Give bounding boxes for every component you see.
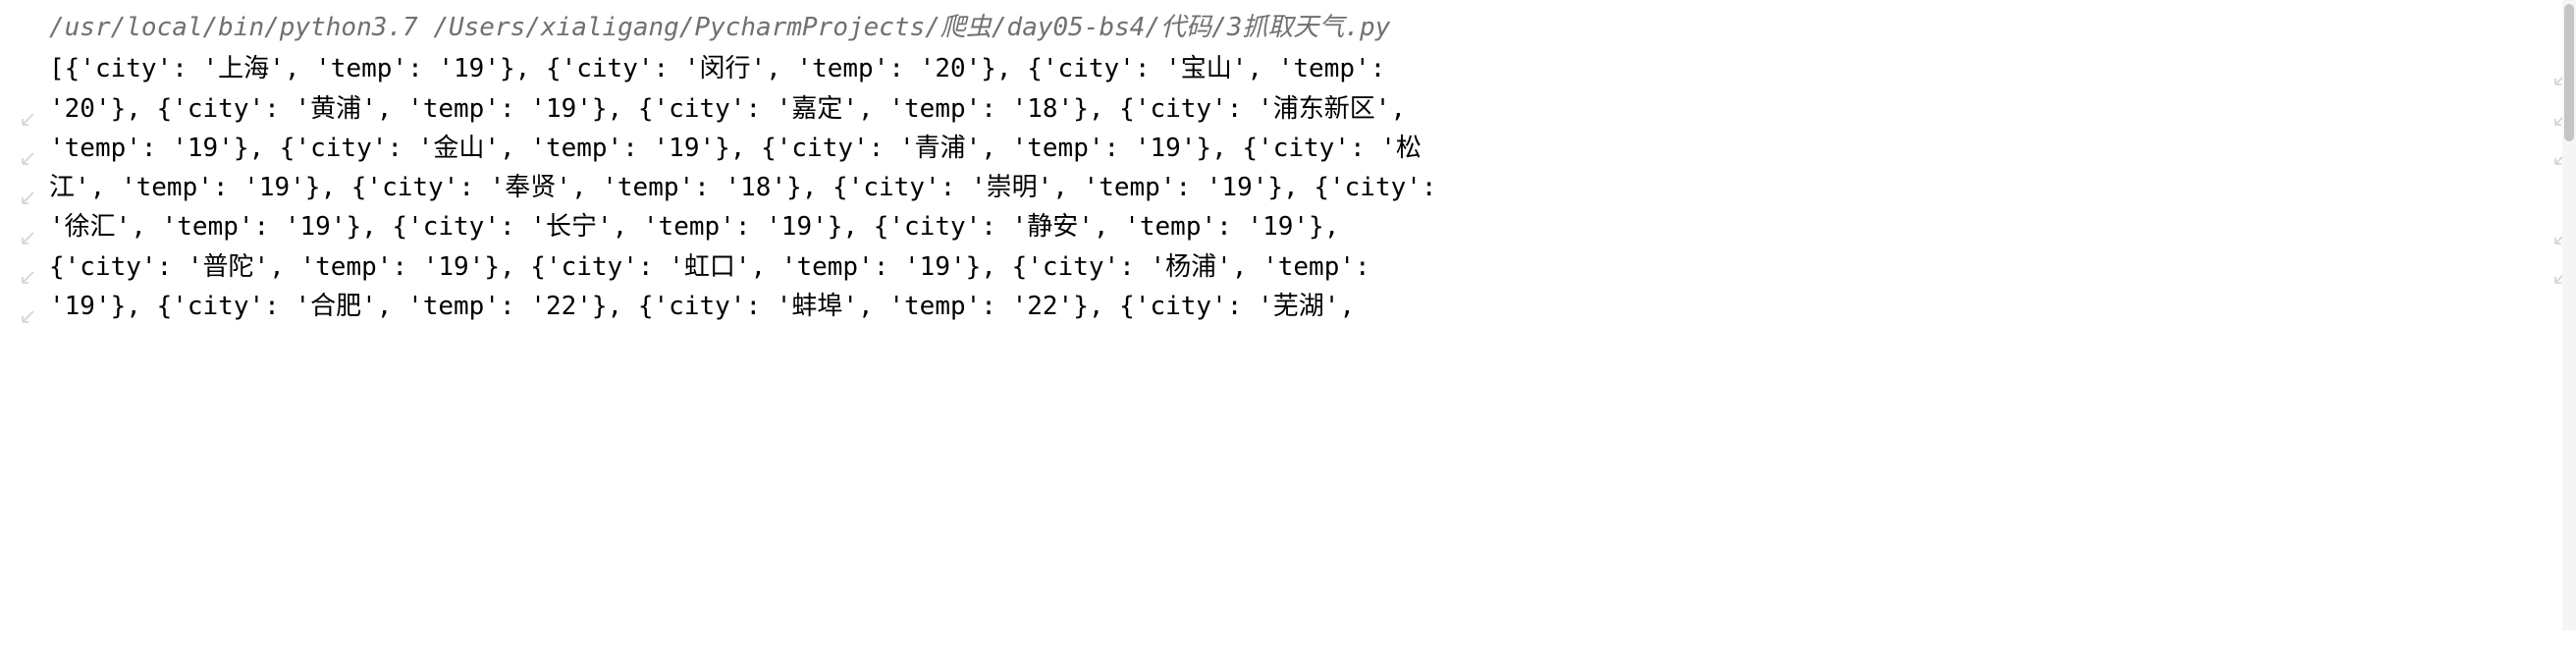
command-invocation-line: /usr/local/bin/python3.7 /Users/xialigan…	[49, 8, 2547, 47]
wrap-arrow-left-icon	[20, 298, 37, 315]
output-line: [{'city': '上海', 'temp': '19'}, {'city': …	[49, 49, 2547, 88]
output-text: 'temp': '19'}, {'city': '金山', 'temp': '1…	[49, 134, 1422, 163]
output-text: '徐汇', 'temp': '19'}, {'city': '长宁', 'tem…	[49, 212, 1339, 242]
output-text: '20'}, {'city': '黄浦', 'temp': '19'}, {'c…	[49, 94, 1406, 124]
console-output-panel: /usr/local/bin/python3.7 /Users/xialigan…	[0, 8, 2576, 326]
output-line: {'city': '普陀', 'temp': '19'}, {'city': '…	[49, 247, 2547, 287]
output-line: '20'}, {'city': '黄浦', 'temp': '19'}, {'c…	[49, 89, 2547, 129]
output-line: '徐汇', 'temp': '19'}, {'city': '长宁', 'tem…	[49, 207, 2547, 246]
output-text: {'city': '普陀', 'temp': '19'}, {'city': '…	[49, 252, 1370, 282]
wrap-arrow-left-icon	[20, 219, 37, 237]
scrollbar-thumb[interactable]	[2564, 4, 2574, 141]
wrap-arrow-left-icon	[20, 179, 37, 196]
wrap-arrow-left-icon	[20, 139, 37, 157]
output-line: '19'}, {'city': '合肥', 'temp': '22'}, {'c…	[49, 287, 2547, 326]
wrap-arrow-left-icon	[20, 258, 37, 276]
vertical-scrollbar[interactable]	[2562, 0, 2576, 630]
output-line: 江', 'temp': '19'}, {'city': '奉贤', 'temp'…	[49, 168, 2547, 207]
output-line: 'temp': '19'}, {'city': '金山', 'temp': '1…	[49, 129, 2547, 168]
output-text: [{'city': '上海', 'temp': '19'}, {'city': …	[49, 54, 1385, 83]
wrap-arrow-left-icon	[20, 100, 37, 118]
output-text: 江', 'temp': '19'}, {'city': '奉贤', 'temp'…	[49, 173, 1437, 202]
output-text: '19'}, {'city': '合肥', 'temp': '22'}, {'c…	[49, 292, 1355, 321]
